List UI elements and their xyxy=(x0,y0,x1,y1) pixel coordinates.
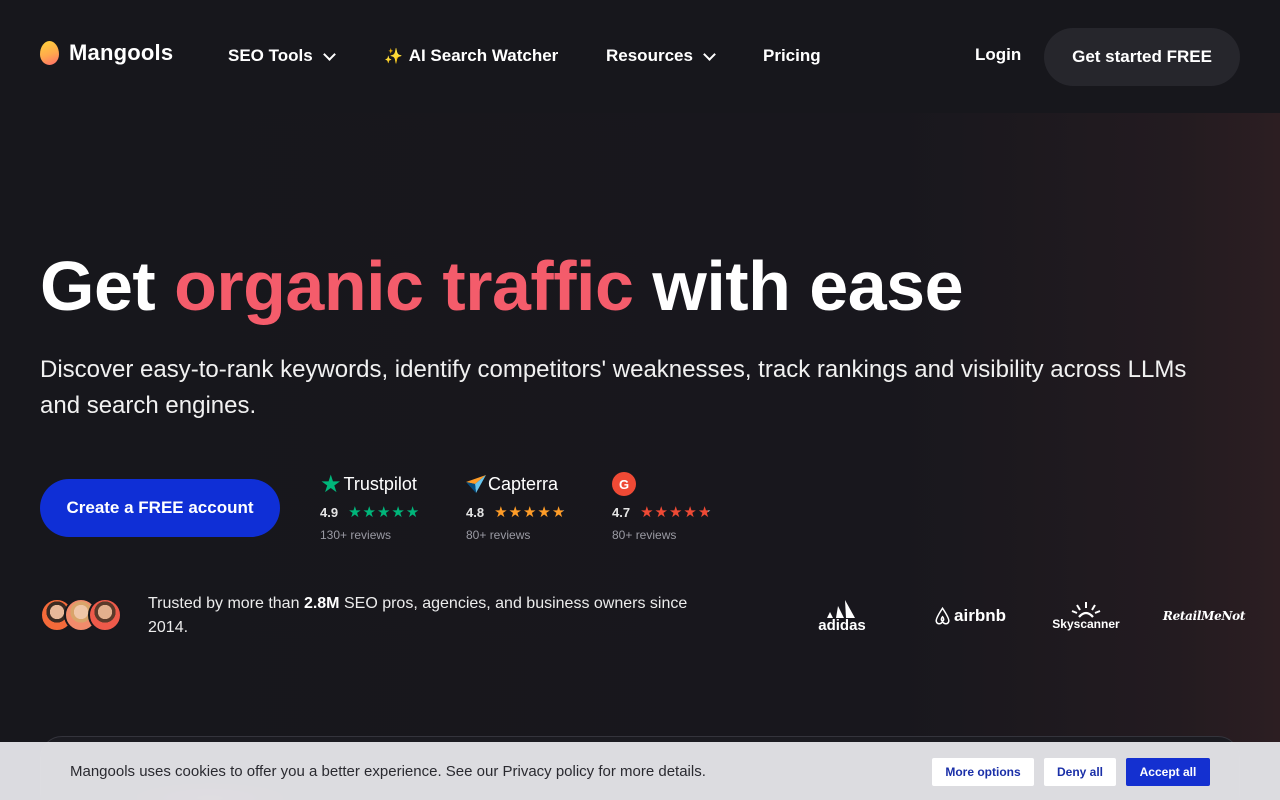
airbnb-logo: airbnb xyxy=(934,598,1006,634)
nav-item-label: Pricing xyxy=(763,46,821,65)
rating-row: 4.7 ★★★★★ xyxy=(612,502,712,522)
chevron-down-icon xyxy=(703,47,716,61)
g2-logo: G xyxy=(612,472,712,496)
rating-brand-name: Capterra xyxy=(488,473,559,494)
rating-score: 4.9 xyxy=(320,504,339,520)
user-avatars xyxy=(40,598,122,632)
rating-capterra[interactable]: Capterra 4.8 ★★★★★ 80+ reviews xyxy=(466,472,566,542)
trust-statement: Trusted by more than 2.8M SEO pros, agen… xyxy=(148,592,728,640)
hero-title: Get organic traffic with ease xyxy=(40,246,964,326)
retailmenot-logo: RetailMeNot xyxy=(1163,598,1245,634)
brand-name: airbnb xyxy=(954,606,1006,625)
get-started-button[interactable]: Get started FREE xyxy=(1044,28,1240,86)
nav-item-label: AI Search Watcher xyxy=(408,46,559,65)
hero-title-pre: Get xyxy=(40,247,156,325)
create-account-button[interactable]: Create a FREE account xyxy=(40,479,280,537)
rating-row: 4.8 ★★★★★ xyxy=(466,502,566,522)
rating-stars-icon: ★★★★★ xyxy=(640,504,713,521)
nav-item-ai-search-watcher[interactable]: ✨ AI Search Watcher xyxy=(384,45,558,67)
skyscanner-logo: Skyscanner xyxy=(1050,598,1122,634)
nav-item-seo-tools[interactable]: SEO Tools xyxy=(228,45,336,67)
capterra-arrow-icon xyxy=(466,475,486,493)
rating-stars-icon: ★★★★★ xyxy=(494,504,567,521)
nav-item-label: SEO Tools xyxy=(228,46,313,65)
trustpilot-logo: ★ Trustpilot xyxy=(320,470,420,498)
rating-count: 130+ reviews xyxy=(320,528,392,542)
logo[interactable]: Mangools xyxy=(40,40,173,66)
rating-row: 4.9 ★★★★★ xyxy=(320,502,420,522)
g2-logo-icon: G xyxy=(612,472,636,496)
more-options-button[interactable]: More options xyxy=(932,758,1034,786)
hero-subtitle: Discover easy-to-rank keywords, identify… xyxy=(40,356,1187,419)
site-header: Mangools SEO Tools ✨ AI Search Watcher R… xyxy=(0,0,1280,113)
nav-item-pricing[interactable]: Pricing xyxy=(763,45,821,67)
deny-all-button[interactable]: Deny all xyxy=(1044,758,1116,786)
nav-item-label: Resources xyxy=(606,46,693,65)
nav-item-resources[interactable]: Resources xyxy=(606,45,716,67)
brand-name: RetailMeNot xyxy=(1162,609,1246,623)
rating-score: 4.7 xyxy=(612,504,631,520)
rating-brand-name: Trustpilot xyxy=(343,473,417,494)
cookie-message: Mangools uses cookies to offer you a bet… xyxy=(70,763,706,780)
trust-text-pre: Trusted by more than xyxy=(148,595,300,612)
rating-count: 80+ reviews xyxy=(612,528,677,542)
chevron-down-icon xyxy=(322,47,336,61)
adidas-logo: adidas xyxy=(816,598,868,634)
trust-highlight: 2.8M xyxy=(303,595,340,612)
accept-all-button[interactable]: Accept all xyxy=(1126,758,1210,786)
page-background xyxy=(0,113,1280,800)
login-link[interactable]: Login xyxy=(975,45,1021,65)
avatar xyxy=(88,598,122,632)
skyscanner-sunrise-icon xyxy=(1071,601,1101,618)
rating-stars-icon: ★★★★★ xyxy=(348,504,421,521)
rating-score: 4.8 xyxy=(466,504,485,520)
adidas-stripes-icon xyxy=(827,599,855,618)
sparkle-icon: ✨ xyxy=(384,48,403,65)
rating-trustpilot[interactable]: ★ Trustpilot 4.9 ★★★★★ 130+ reviews xyxy=(320,470,420,543)
mango-logo-icon xyxy=(40,41,59,65)
rating-g2[interactable]: G 4.7 ★★★★★ 80+ reviews xyxy=(612,472,712,542)
capterra-logo: Capterra xyxy=(466,472,566,496)
hero-title-post: with ease xyxy=(652,247,964,325)
logo-text: Mangools xyxy=(69,40,174,65)
brand-name: adidas xyxy=(818,616,866,634)
hero-title-accent: organic traffic xyxy=(174,247,634,325)
trustpilot-star-icon: ★ xyxy=(320,470,342,498)
brand-name: Skyscanner xyxy=(1052,616,1120,631)
cookie-banner: Mangools uses cookies to offer you a bet… xyxy=(0,742,1280,800)
rating-count: 80+ reviews xyxy=(466,528,531,542)
airbnb-belo-icon xyxy=(935,606,950,625)
